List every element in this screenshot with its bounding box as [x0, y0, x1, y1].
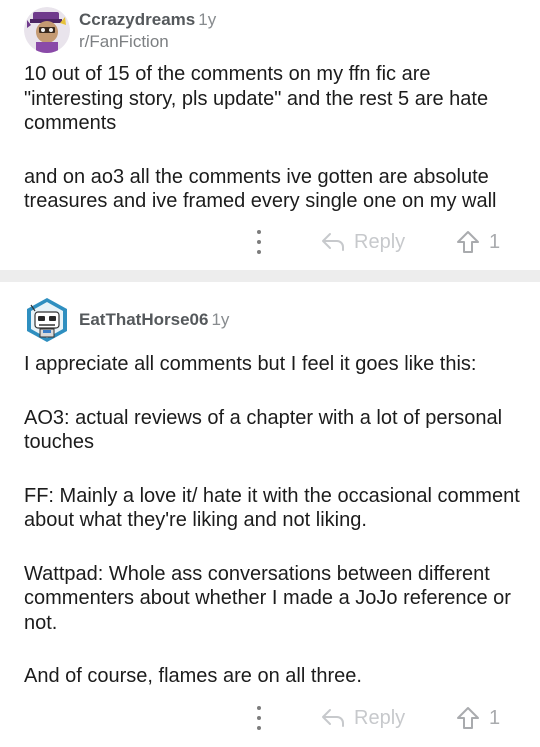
user-avatar[interactable]	[24, 297, 70, 343]
comment-1: Ccrazydreams 1y r/FanFiction	[0, 7, 540, 53]
comment-meta: EatThatHorse06 1y	[79, 309, 229, 331]
comment-paragraph: AO3: actual reviews of a chapter with a …	[24, 406, 503, 454]
upvote-arrow-icon	[457, 707, 479, 729]
comment-divider	[0, 270, 540, 282]
comment-age: 1y	[198, 9, 217, 29]
reply-button[interactable]: Reply	[320, 227, 405, 257]
upvote-button[interactable]: 1	[456, 703, 500, 733]
vote-count: 1	[489, 230, 501, 253]
reply-label: Reply	[354, 230, 406, 253]
comment-paragraph: Wattpad: Whole ass conversations between…	[24, 562, 511, 634]
subreddit-link[interactable]: r/FanFiction	[79, 31, 216, 52]
reply-button[interactable]: Reply	[320, 703, 405, 733]
more-options-icon[interactable]	[255, 706, 263, 730]
comment-header: Ccrazydreams 1y r/FanFiction	[24, 7, 516, 53]
comment-header: EatThatHorse06 1y	[24, 297, 516, 343]
comment-paragraph: FF: Mainly a love it/ hate it with the o…	[24, 484, 520, 532]
comment-paragraph: and on ao3 all the comments ive gotten a…	[24, 165, 497, 213]
comment-paragraph: And of course, flames are on all three.	[24, 665, 362, 687]
comment-body: 10 out of 15 of the comments on my ffn f…	[24, 62, 524, 214]
vote-count: 1	[489, 706, 501, 729]
comment-paragraph: I appreciate all comments but I feel it …	[24, 353, 477, 375]
upvote-arrow-icon	[457, 231, 479, 253]
more-options-icon[interactable]	[255, 230, 263, 254]
comment-actions: Reply 1	[0, 703, 540, 733]
comment-body: I appreciate all comments but I feel it …	[24, 352, 524, 689]
comment-2: EatThatHorse06 1y	[0, 297, 540, 343]
username[interactable]: Ccrazydreams	[79, 10, 195, 29]
user-avatar[interactable]	[24, 7, 70, 53]
reply-label: Reply	[354, 706, 406, 729]
comment-paragraph: 10 out of 15 of the comments on my ffn f…	[24, 63, 489, 134]
comment-meta: Ccrazydreams 1y r/FanFiction	[79, 9, 216, 52]
reply-arrow-icon	[322, 233, 344, 251]
comment-age: 1y	[211, 310, 230, 329]
upvote-button[interactable]: 1	[456, 227, 500, 257]
comment-actions: Reply 1	[0, 227, 540, 257]
username[interactable]: EatThatHorse06	[79, 310, 208, 329]
reply-arrow-icon	[322, 709, 344, 727]
